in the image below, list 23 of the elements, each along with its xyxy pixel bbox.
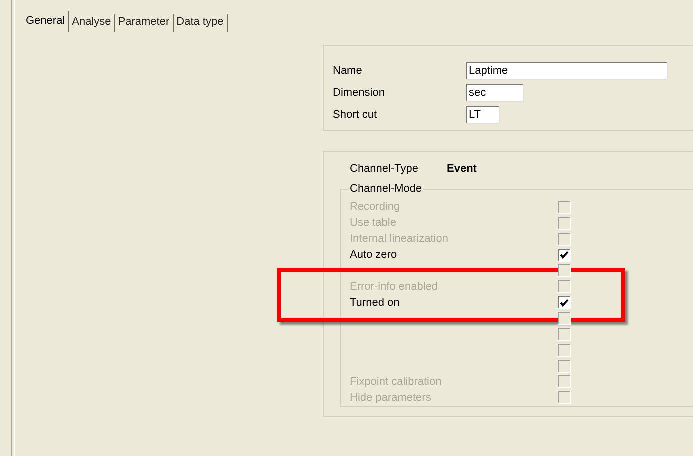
option-label: Auto zero xyxy=(350,248,398,261)
option-label: Recording xyxy=(350,200,400,213)
check-icon xyxy=(560,251,569,259)
tab[interactable]: Analyse xyxy=(69,14,116,32)
check-icon xyxy=(560,298,569,307)
field-label: Dimension xyxy=(333,86,386,101)
text-field[interactable]: Laptime xyxy=(466,62,668,80)
checkbox[interactable] xyxy=(558,296,571,310)
channel-type-value: Event xyxy=(447,162,477,177)
tab[interactable]: Data type xyxy=(174,14,228,32)
text-field[interactable]: sec xyxy=(466,84,524,102)
option-label: Error-info enabled xyxy=(350,280,438,293)
field-label: Name xyxy=(333,64,364,79)
text-field[interactable]: LT xyxy=(466,106,500,124)
channel-type-label: Channel-Type xyxy=(350,162,420,177)
field-label: Short cut xyxy=(333,108,378,123)
checkbox[interactable] xyxy=(558,248,571,262)
option-label: Hide parameters xyxy=(350,392,432,404)
option-label: Use table xyxy=(350,216,396,229)
option-label: Turned on xyxy=(350,296,400,309)
option-label: Fixpoint calibration xyxy=(350,376,442,388)
option-label: Internal linearization xyxy=(350,232,448,245)
tab[interactable]: Parameter xyxy=(115,14,174,32)
